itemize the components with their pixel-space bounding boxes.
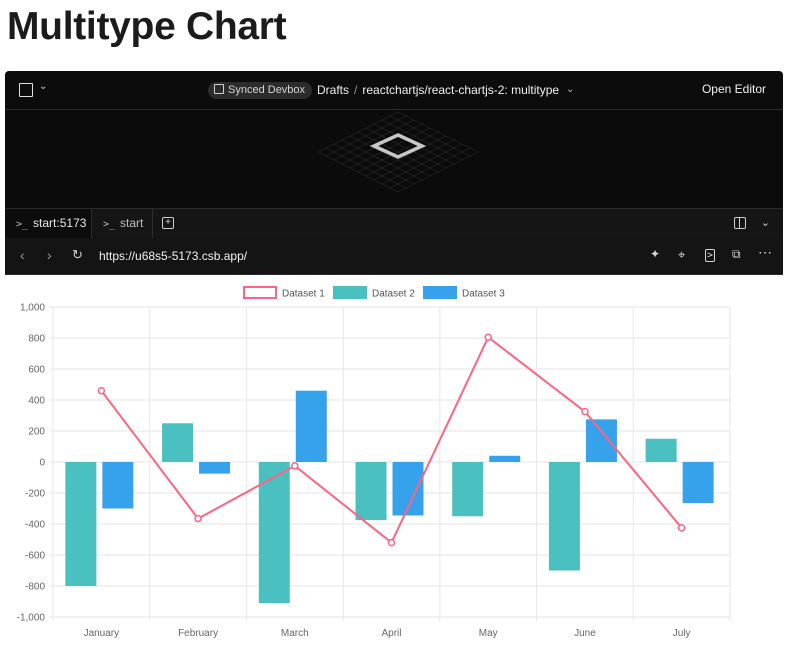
point-dataset-1[interactable] xyxy=(677,524,686,532)
chart-legend: Dataset 1 Dataset 2 Dataset 3 xyxy=(243,286,505,300)
breadcrumb-drafts[interactable]: Drafts xyxy=(317,83,349,97)
point-dataset-1[interactable] xyxy=(97,386,106,395)
terminal-prompt-icon: >_ xyxy=(16,219,29,230)
legend-swatch[interactable] xyxy=(243,286,277,299)
bar-dataset-3[interactable] xyxy=(102,462,134,509)
x-axis-labels: January February March April May June July xyxy=(84,628,691,639)
breadcrumb-chevron-down-icon[interactable]: ⌄ xyxy=(566,84,574,95)
y-tick-label: 0 xyxy=(39,458,45,469)
breadcrumb-project[interactable]: reactchartjs/react-chartjs-2: multitype xyxy=(362,83,559,97)
square-icon[interactable] xyxy=(19,83,33,97)
bar-dataset-3[interactable] xyxy=(585,419,617,462)
bar-dataset-2[interactable] xyxy=(645,438,677,462)
tab-label: start:5173 xyxy=(33,216,87,230)
y-tick-label: -1,000 xyxy=(17,613,46,624)
split-view-icon[interactable] xyxy=(734,217,746,229)
diamond-icon xyxy=(369,133,427,159)
y-axis-labels: 1,000 800 600 400 200 0 -200 -400 -600 -800 -1,000 xyxy=(17,303,46,624)
bar-dataset-2[interactable] xyxy=(162,423,194,462)
forward-icon[interactable]: › xyxy=(47,247,52,263)
badge-label: Synced Devbox xyxy=(228,84,306,96)
point-dataset-1[interactable] xyxy=(581,407,589,416)
y-tick-label: 600 xyxy=(28,365,45,376)
box-icon xyxy=(214,84,224,94)
x-tick-label: July xyxy=(673,628,691,639)
bar-dataset-3[interactable] xyxy=(682,462,714,504)
x-tick-label: March xyxy=(281,628,309,639)
synced-devbox-badge[interactable]: Synced Devbox xyxy=(208,82,313,99)
legend-label[interactable]: Dataset 3 xyxy=(462,289,505,300)
bar-dataset-2[interactable] xyxy=(65,462,97,586)
url-input[interactable]: https://u68s5-5173.csb.app/ xyxy=(99,249,247,263)
open-editor-button[interactable]: Open Editor xyxy=(702,82,766,96)
x-tick-label: June xyxy=(574,628,596,639)
isometric-grid xyxy=(317,111,479,193)
y-tick-label: -600 xyxy=(25,551,45,562)
legend-swatch[interactable] xyxy=(333,286,367,299)
y-tick-label: 400 xyxy=(28,396,45,407)
point-dataset-1[interactable] xyxy=(484,333,492,341)
y-tick-label: 800 xyxy=(28,334,45,345)
crosshair-icon[interactable]: ⌖ xyxy=(678,247,685,263)
bar-dataset-3[interactable] xyxy=(489,455,521,462)
more-icon[interactable]: ⋯ xyxy=(758,244,772,261)
tab-label: start xyxy=(120,216,144,230)
chevron-down-icon[interactable]: ⌄ xyxy=(761,216,770,229)
add-tab-icon[interactable]: + xyxy=(162,217,174,229)
bar-dataset-2[interactable] xyxy=(452,462,484,517)
back-icon[interactable]: ‹ xyxy=(20,247,25,263)
tab-start-5173[interactable]: >_ start:5173 xyxy=(5,209,92,238)
chevron-down-icon[interactable]: ⌄ xyxy=(39,81,47,92)
tab-start[interactable]: >_ start xyxy=(92,209,153,238)
point-dataset-1[interactable] xyxy=(291,462,299,470)
legend-label[interactable]: Dataset 1 xyxy=(282,289,325,300)
browser-bar: ‹ › ↻ https://u68s5-5173.csb.app/ ✦ ⌖ > … xyxy=(5,238,783,275)
bar-dataset-3[interactable] xyxy=(295,390,327,462)
y-tick-label: -800 xyxy=(25,582,45,593)
x-tick-label: January xyxy=(84,628,120,639)
breadcrumb: Drafts / reactchartjs/react-chartjs-2: mul… xyxy=(317,83,559,97)
page-title: Multitype Chart xyxy=(7,5,287,48)
terminal-tabs: >_ start:5173 >_ start + ⌄ xyxy=(5,208,783,239)
sandbox-frame: ⌄ Synced Devbox Drafts / reactchartjs/reac… xyxy=(5,71,783,670)
y-tick-label: 200 xyxy=(28,427,45,438)
point-dataset-1[interactable] xyxy=(387,538,396,547)
bar-dataset-2[interactable] xyxy=(548,462,580,571)
terminal-icon[interactable]: > xyxy=(705,249,716,262)
y-tick-label: -400 xyxy=(25,520,45,531)
chart-bars xyxy=(65,390,714,604)
multitype-chart: Dataset 1 Dataset 2 Dataset 3 1,000 800 600 4… xyxy=(17,286,731,639)
x-tick-label: April xyxy=(381,628,401,639)
legend-swatch[interactable] xyxy=(423,286,457,299)
x-tick-label: February xyxy=(178,628,218,639)
bar-dataset-2[interactable] xyxy=(355,462,387,521)
x-tick-label: May xyxy=(479,628,498,639)
preview-banner xyxy=(5,110,783,208)
bar-dataset-3[interactable] xyxy=(199,462,231,474)
chart-area: Dataset 1 Dataset 2 Dataset 3 1,000 800 600 4… xyxy=(5,275,783,670)
breadcrumb-separator: / xyxy=(354,83,358,97)
grid-illustration xyxy=(317,111,479,193)
codesandbox-header: ⌄ Synced Devbox Drafts / reactchartjs/reac… xyxy=(5,71,783,110)
terminal-prompt-icon: >_ xyxy=(103,219,116,230)
y-tick-label: 1,000 xyxy=(20,303,45,314)
y-tick-label: -200 xyxy=(25,489,45,500)
reload-icon[interactable]: ↻ xyxy=(72,247,83,263)
point-dataset-1[interactable] xyxy=(194,514,202,523)
popout-icon[interactable]: ⧉ xyxy=(732,247,741,262)
sparkle-icon[interactable]: ✦ xyxy=(650,247,660,261)
legend-label[interactable]: Dataset 2 xyxy=(372,289,415,300)
